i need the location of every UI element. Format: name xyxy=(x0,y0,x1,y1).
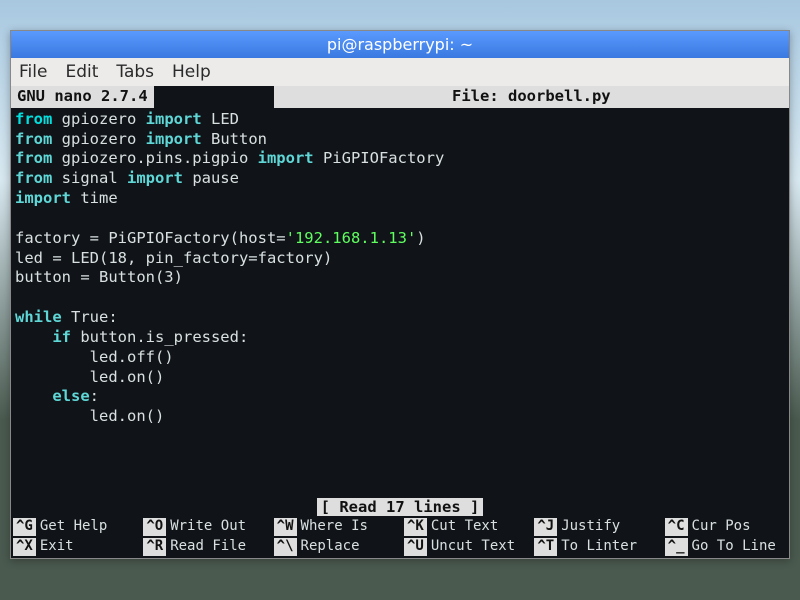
key-desc: Justify xyxy=(561,518,620,536)
terminal-window: pi@raspberrypi: ~ File Edit Tabs Help GN… xyxy=(10,30,790,559)
key-desc: Cut Text xyxy=(431,518,498,536)
key-label: ^W xyxy=(274,518,297,536)
code-text: led.on() xyxy=(15,407,164,425)
key-desc: Exit xyxy=(40,538,74,556)
key-label: ^X xyxy=(13,538,36,556)
blank-line xyxy=(15,288,24,306)
kw-else: else xyxy=(52,387,89,405)
key-desc: Replace xyxy=(301,538,360,556)
key-desc: Cur Pos xyxy=(692,518,751,536)
indent xyxy=(15,387,52,405)
shortcut-get-help[interactable]: ^GGet Help xyxy=(13,518,135,536)
code-text: Button xyxy=(202,130,267,148)
key-label: ^U xyxy=(404,538,427,556)
key-label: ^G xyxy=(13,518,36,536)
blank-line xyxy=(15,209,24,227)
nano-version: GNU nano 2.7.4 xyxy=(11,86,154,108)
nano-filename: File: doorbell.py xyxy=(274,86,789,108)
menu-file[interactable]: File xyxy=(19,62,47,82)
key-label: ^C xyxy=(665,518,688,536)
code-text: ) xyxy=(416,229,425,247)
code-text: True: xyxy=(62,308,118,326)
key-label: ^\ xyxy=(274,538,297,556)
key-desc: To Linter xyxy=(561,538,637,556)
menu-edit[interactable]: Edit xyxy=(65,62,98,82)
indent xyxy=(15,328,52,346)
kw-from: from xyxy=(15,149,52,167)
kw-from: from xyxy=(15,130,52,148)
shortcut-cut-text[interactable]: ^KCut Text xyxy=(404,518,526,536)
menu-tabs[interactable]: Tabs xyxy=(116,62,154,82)
menu-help[interactable]: Help xyxy=(172,62,211,82)
key-label: ^K xyxy=(404,518,427,536)
key-label: ^O xyxy=(143,518,166,536)
key-desc: Where Is xyxy=(301,518,368,536)
menubar: File Edit Tabs Help xyxy=(11,58,789,86)
code-text: led.off() xyxy=(15,348,174,366)
kw-import: import xyxy=(127,169,183,187)
kw-import: import xyxy=(146,110,202,128)
kw-if: if xyxy=(52,328,71,346)
kw-from: from xyxy=(15,169,52,187)
code-text: button = Button(3) xyxy=(15,268,183,286)
key-label: ^_ xyxy=(665,538,688,556)
key-desc: Get Help xyxy=(40,518,107,536)
code-text: gpiozero xyxy=(52,110,145,128)
code-text: button.is_pressed: xyxy=(71,328,248,346)
key-label: ^R xyxy=(143,538,166,556)
key-desc: Uncut Text xyxy=(431,538,515,556)
shortcut-where-is[interactable]: ^WWhere Is xyxy=(274,518,396,536)
kw-while: while xyxy=(15,308,62,326)
code-text: PiGPIOFactory xyxy=(314,149,445,167)
key-label: ^J xyxy=(534,518,557,536)
code-text: : xyxy=(90,387,99,405)
key-label: ^T xyxy=(534,538,557,556)
key-desc: Go To Line xyxy=(692,538,776,556)
shortcut-replace[interactable]: ^\Replace xyxy=(274,538,396,556)
nano-status: [ Read 17 lines ] xyxy=(11,498,789,518)
window-titlebar[interactable]: pi@raspberrypi: ~ xyxy=(11,31,789,58)
code-text: factory = PiGPIOFactory(host= xyxy=(15,229,286,247)
kw-from: from xyxy=(15,110,52,128)
terminal-area[interactable]: GNU nano 2.7.4 File: doorbell.py from gp… xyxy=(11,86,789,558)
string-literal: '192.168.1.13' xyxy=(286,229,417,247)
shortcut-justify[interactable]: ^JJustify xyxy=(534,518,656,536)
code-text: LED xyxy=(202,110,239,128)
shortcut-write-out[interactable]: ^OWrite Out xyxy=(143,518,265,536)
shortcut-to-linter[interactable]: ^TTo Linter xyxy=(534,538,656,556)
code-text: pause xyxy=(183,169,239,187)
editor-content[interactable]: from gpiozero import LED from gpiozero i… xyxy=(11,108,789,427)
key-desc: Read File xyxy=(170,538,246,556)
shortcut-go-to-line[interactable]: ^_Go To Line xyxy=(665,538,787,556)
shortcut-read-file[interactable]: ^RRead File xyxy=(143,538,265,556)
kw-import: import xyxy=(146,130,202,148)
shortcut-uncut-text[interactable]: ^UUncut Text xyxy=(404,538,526,556)
status-text: [ Read 17 lines ] xyxy=(317,498,484,516)
shortcut-exit[interactable]: ^XExit xyxy=(13,538,135,556)
kw-import: import xyxy=(258,149,314,167)
code-text: time xyxy=(71,189,118,207)
code-text: led.on() xyxy=(15,368,164,386)
key-desc: Write Out xyxy=(170,518,246,536)
desktop: pi@raspberrypi: ~ File Edit Tabs Help GN… xyxy=(0,0,800,559)
code-text: gpiozero xyxy=(52,130,145,148)
shortcut-cur-pos[interactable]: ^CCur Pos xyxy=(665,518,787,536)
nano-shortcuts: ^GGet Help ^OWrite Out ^WWhere Is ^KCut … xyxy=(11,518,789,558)
code-text: signal xyxy=(52,169,127,187)
nano-header: GNU nano 2.7.4 File: doorbell.py xyxy=(11,86,789,108)
kw-import: import xyxy=(15,189,71,207)
code-text: gpiozero.pins.pigpio xyxy=(52,149,257,167)
code-text: led = LED(18, pin_factory=factory) xyxy=(15,249,332,267)
